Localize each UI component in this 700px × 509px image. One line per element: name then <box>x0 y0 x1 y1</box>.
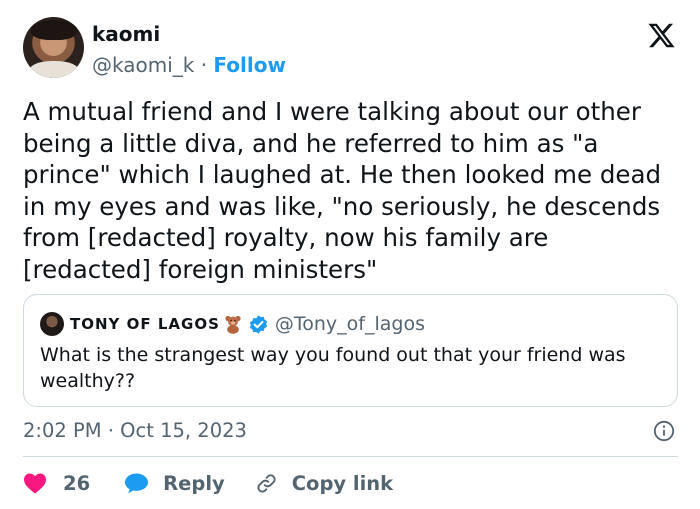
copy-link-button[interactable]: Copy link <box>255 472 393 495</box>
author-handle[interactable]: @kaomi_k <box>92 53 194 77</box>
quoted-author-display-name: TONY OF LAGOS <box>70 315 220 333</box>
reply-button[interactable]: Reply <box>124 472 225 495</box>
quoted-author-avatar <box>40 312 64 336</box>
tweet-timestamp[interactable]: 2:02 PM · Oct 15, 2023 <box>23 419 247 442</box>
x-logo-icon[interactable] <box>647 21 676 50</box>
author-info: kaomi @kaomi_k · Follow <box>92 22 286 77</box>
copy-link-label: Copy link <box>291 471 394 495</box>
reply-bubble-icon <box>125 473 149 494</box>
author-handle-row: @kaomi_k · Follow <box>92 53 286 77</box>
teddy-bear-icon <box>223 314 243 334</box>
tweet-meta: 2:02 PM · Oct 15, 2023 <box>23 418 678 444</box>
reply-label: Reply <box>163 471 225 495</box>
handle-separator: · <box>194 53 214 77</box>
quoted-author-handle: @Tony_of_lagos <box>274 313 425 335</box>
tweet-text: A mutual friend and I were talking about… <box>23 97 662 284</box>
like-count: 26 <box>63 471 91 495</box>
author-avatar[interactable] <box>23 17 84 78</box>
link-icon <box>257 473 276 493</box>
heart-icon <box>24 473 46 494</box>
tweet-embed-card: kaomi @kaomi_k · Follow A mutual friend … <box>0 0 700 509</box>
verified-badge-icon <box>248 314 269 335</box>
quoted-tweet-text: What is the strangest way you found out … <box>40 344 626 392</box>
follow-button[interactable]: Follow <box>213 53 286 77</box>
like-button[interactable]: 26 <box>23 472 90 495</box>
info-icon[interactable] <box>653 420 675 442</box>
tweet-header: kaomi @kaomi_k · Follow <box>23 17 678 79</box>
tweet-actions: 26 Reply Copy link <box>23 468 393 498</box>
quoted-tweet-header: TONY OF LAGOS @Tony_of_lagos <box>40 312 425 336</box>
author-display-name[interactable]: kaomi <box>92 22 286 46</box>
quoted-tweet[interactable]: TONY OF LAGOS @Tony_of_lagos What is the… <box>23 294 678 407</box>
actions-divider <box>23 456 678 457</box>
